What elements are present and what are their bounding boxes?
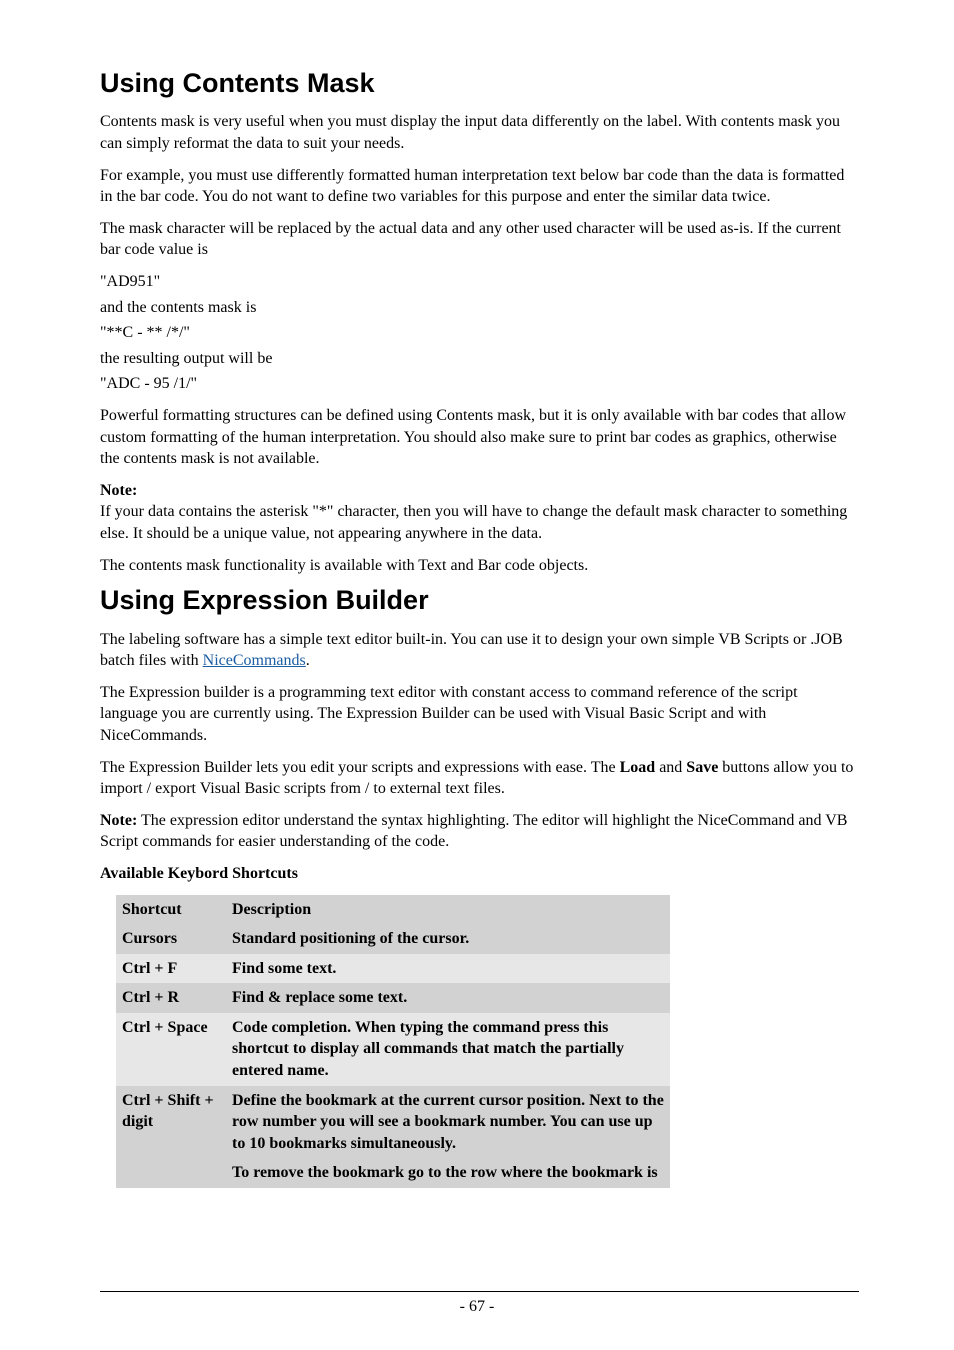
- description-cell: Standard positioning of the cursor.: [226, 924, 670, 954]
- code-sample: "ADC - 95 /1/": [100, 373, 859, 395]
- body-paragraph: Contents mask is very useful when you mu…: [100, 111, 859, 154]
- table-row: Cursors Standard positioning of the curs…: [116, 924, 670, 954]
- shortcut-cell: Ctrl + Space: [116, 1013, 226, 1086]
- body-paragraph: Powerful formatting structures can be de…: [100, 405, 859, 470]
- description-part-1: Define the bookmark at the current curso…: [232, 1090, 664, 1155]
- body-paragraph: The mask character will be replaced by t…: [100, 218, 859, 261]
- body-paragraph: The Expression Builder lets you edit you…: [100, 757, 859, 800]
- save-word: Save: [686, 759, 718, 776]
- body-paragraph: and the contents mask is: [100, 297, 859, 319]
- code-sample: "**C - ** /*/": [100, 322, 859, 344]
- body-paragraph: The labeling software has a simple text …: [100, 629, 859, 672]
- page-number: - 67 -: [0, 1296, 954, 1318]
- body-paragraph: For example, you must use differently fo…: [100, 165, 859, 208]
- text-run: The Expression Builder lets you edit you…: [100, 759, 620, 776]
- table-row: Ctrl + Shift + digit Define the bookmark…: [116, 1086, 670, 1188]
- body-paragraph: the resulting output will be: [100, 348, 859, 370]
- code-sample: "AD951": [100, 271, 859, 293]
- note-label: Note:: [100, 812, 137, 829]
- text-run: and: [655, 759, 686, 776]
- shortcut-cell: Ctrl + Shift + digit: [116, 1086, 226, 1188]
- description-cell: Find & replace some text.: [226, 983, 670, 1013]
- shortcut-cell: Cursors: [116, 924, 226, 954]
- table-row: Ctrl + Space Code completion. When typin…: [116, 1013, 670, 1086]
- table-caption: Available Keybord Shortcuts: [100, 863, 859, 885]
- text-run: .: [306, 652, 310, 669]
- note-label: Note:: [100, 482, 137, 499]
- footer-divider: [100, 1291, 859, 1292]
- shortcuts-table: Shortcut Description Cursors Standard po…: [116, 895, 670, 1189]
- body-paragraph: The contents mask functionality is avail…: [100, 555, 859, 577]
- description-cell: Define the bookmark at the current curso…: [226, 1086, 670, 1188]
- shortcut-cell: Ctrl + R: [116, 983, 226, 1013]
- description-cell: Code completion. When typing the command…: [226, 1013, 670, 1086]
- note-block: Note: If your data contains the asterisk…: [100, 480, 859, 545]
- table-row: Ctrl + F Find some text.: [116, 954, 670, 984]
- description-part-2: To remove the bookmark go to the row whe…: [232, 1162, 664, 1184]
- note-block: Note: The expression editor understand t…: [100, 810, 859, 853]
- note-body: If your data contains the asterisk "*" c…: [100, 503, 847, 542]
- heading-using-expression-builder: Using Expression Builder: [100, 582, 859, 618]
- column-header-shortcut: Shortcut: [116, 895, 226, 925]
- table-header-row: Shortcut Description: [116, 895, 670, 925]
- nicecommands-link[interactable]: NiceCommands: [203, 652, 306, 669]
- heading-using-contents-mask: Using Contents Mask: [100, 65, 859, 101]
- shortcut-cell: Ctrl + F: [116, 954, 226, 984]
- body-paragraph: The Expression builder is a programming …: [100, 682, 859, 747]
- table-row: Ctrl + R Find & replace some text.: [116, 983, 670, 1013]
- description-cell: Find some text.: [226, 954, 670, 984]
- note-body: The expression editor understand the syn…: [100, 812, 847, 851]
- load-word: Load: [620, 759, 656, 776]
- column-header-description: Description: [226, 895, 670, 925]
